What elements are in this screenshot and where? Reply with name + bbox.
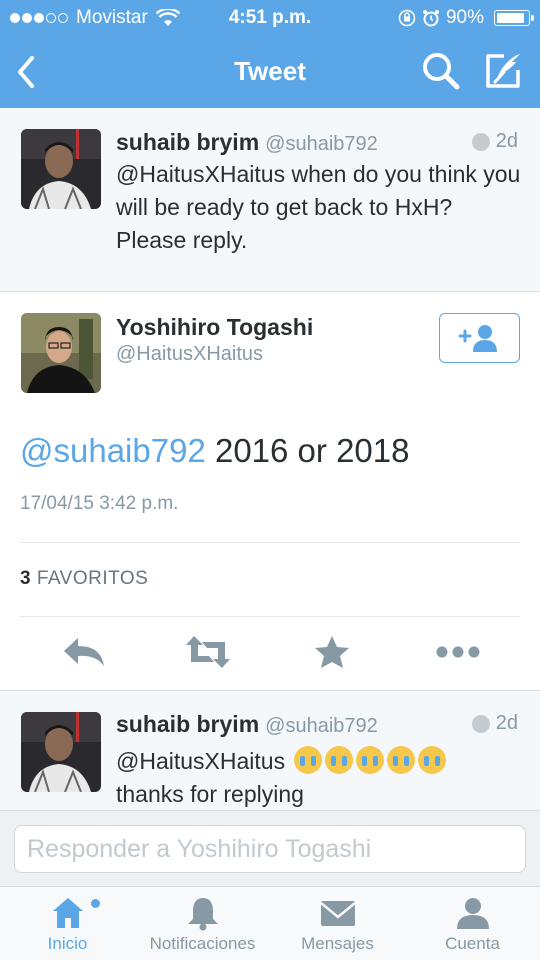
mention-link[interactable]: @HaitusXHaitus [116,748,285,774]
globe-icon [471,714,490,733]
person-icon [456,898,489,929]
battery-percent: 90% [445,7,484,28]
author-name[interactable]: suhaib bryim [116,711,259,738]
tweet-text: @HaitusXHaitus thanks for replying [116,745,521,811]
status-right: 90% [398,7,534,29]
main-tweet: Yoshihiro Togashi @HaitusXHaitus @suhaib… [0,292,540,690]
favorites-number: 3 [20,568,32,589]
rotation-lock-icon [398,9,416,27]
divider [20,542,520,543]
follow-button[interactable] [439,313,520,363]
tab-cuenta[interactable]: Cuenta [405,887,540,960]
status-bar: Movistar 4:51 p.m. 90% [0,0,540,36]
reply-icon[interactable] [62,634,106,670]
add-user-icon [458,325,497,352]
author-handle[interactable]: @HaitusXHaitus [116,343,263,366]
favorites-count[interactable]: 3 FAVORITOS [20,568,148,590]
alarm-clock-icon [422,10,439,27]
tab-label: Inicio [47,934,88,953]
tweet-age-label: 2d [495,130,518,152]
more-icon[interactable] [434,634,482,670]
author-name[interactable]: Yoshihiro Togashi [116,314,313,341]
favorites-label: FAVORITOS [36,568,149,589]
tab-label: Mensajes [301,934,374,953]
retweet-icon[interactable] [184,634,232,670]
search-icon[interactable] [420,50,460,90]
tweet-body: @suhaib792 2016 or 2018 [20,432,409,470]
avatar[interactable] [21,129,101,209]
battery-icon [494,10,534,26]
author-handle[interactable]: @suhaib792 [265,133,378,156]
tweet-handle-line: @HaitusXHaitus [116,343,263,366]
tab-label: Notificaciones [149,934,256,953]
tweet-header: Yoshihiro Togashi [116,314,313,341]
avatar-photo-icon [21,712,101,792]
reply-input[interactable] [14,825,526,873]
compose-icon[interactable] [482,50,524,92]
crying-face-emoji-icon [418,746,447,774]
tweet-header: suhaib bryim @suhaib792 [116,711,378,738]
previous-tweet[interactable]: suhaib bryim @suhaib792 2d @HaitusXHaitu… [0,108,540,292]
tweet-body-text: 2016 or 2018 [205,432,410,469]
tab-mensajes[interactable]: Mensajes [270,887,405,960]
reply-tweet[interactable]: suhaib bryim @suhaib792 2d @HaitusXHaitu… [0,690,540,814]
tweet-header: suhaib bryim @suhaib792 [116,129,378,156]
crying-emoji-row [291,746,447,774]
reply-bar [0,810,540,886]
tab-label: Cuenta [445,934,500,953]
avatar-photo-icon [21,313,101,393]
author-handle[interactable]: @suhaib792 [265,715,378,738]
crying-face-emoji-icon [387,746,416,774]
tweet-age-label: 2d [495,712,518,734]
avatar[interactable] [21,712,101,792]
tab-bar: Inicio Notificaciones Mensajes Cuenta [0,886,540,960]
mention-link[interactable]: @suhaib792 [20,432,206,469]
top-bar: Movistar 4:51 p.m. 90% Tweet [0,0,540,108]
crying-face-emoji-icon [356,746,385,774]
tweet-text-end: thanks for replying [116,781,304,807]
avatar-photo-icon [21,129,101,209]
author-name[interactable]: suhaib bryim [116,129,259,156]
favorite-star-icon[interactable] [312,634,352,670]
home-icon [52,898,83,928]
unread-dot-icon [91,899,100,908]
tweet-age: 2d [471,130,518,153]
envelope-icon [319,901,356,926]
tweet-age: 2d [471,712,518,735]
tweet-actions [0,628,540,678]
bell-icon [187,898,218,931]
crying-face-emoji-icon [325,746,354,774]
tab-inicio[interactable]: Inicio [0,887,135,960]
tweet-timestamp: 17/04/15 3:42 p.m. [20,493,179,514]
divider [20,616,520,617]
tweet-text: @HaitusXHaitus when do you think you wil… [116,161,521,253]
crying-face-emoji-icon [294,746,323,774]
globe-icon [471,132,490,151]
avatar[interactable] [21,313,101,393]
tab-notificaciones[interactable]: Notificaciones [135,887,270,960]
nav-bar: Tweet [0,36,540,108]
